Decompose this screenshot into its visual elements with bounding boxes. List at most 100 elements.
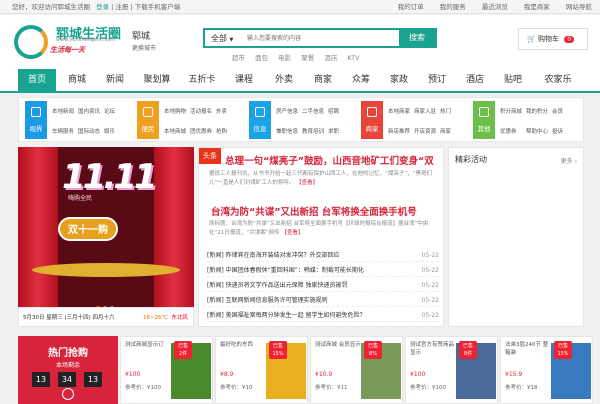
hot-word[interactable]: KTV	[347, 54, 359, 62]
cart-button[interactable]: 🛒 购物车 0	[518, 28, 588, 50]
service-link[interactable]: 教育培训	[302, 125, 328, 139]
service-tile[interactable]: 便民	[137, 101, 159, 139]
service-tile[interactable]: 商家	[361, 101, 383, 139]
nav-forum[interactable]: 贴吧	[496, 69, 530, 91]
product-reference-price: 参考价：¥11	[315, 385, 348, 391]
recent-views-link[interactable]: 最近浏览	[482, 3, 508, 11]
news-list-item[interactable]: [新闻] 昨律宾在南海开装结对发冲突？外交部回应 05-22	[207, 250, 439, 262]
nav-housekeeping[interactable]: 家政	[382, 69, 416, 91]
service-link[interactable]: 抢购	[216, 125, 242, 139]
service-link[interactable]: 积分商城	[500, 105, 526, 119]
product-reference-price: 参考价：¥100	[410, 385, 446, 391]
merchant-link[interactable]: 我是商家	[524, 3, 550, 11]
hot-word[interactable]: 酒店	[324, 54, 337, 62]
nav-courses[interactable]: 课程	[226, 69, 262, 91]
service-link[interactable]: 团优惠券	[190, 125, 216, 139]
product-card[interactable]: 最好吃的东西 ¥8.9 参考价：¥10 已售 15%	[215, 336, 308, 404]
service-link[interactable]: 国际动态	[78, 125, 104, 139]
service-link[interactable]: 帮助中心	[526, 125, 552, 139]
service-tile[interactable]: 视界	[25, 101, 47, 139]
service-link[interactable]: 新店推荐	[388, 125, 414, 139]
view-more-link[interactable]: 【查看】	[296, 180, 318, 186]
service-link[interactable]: 房产信息	[276, 105, 302, 119]
search-button[interactable]: 搜索	[399, 30, 435, 46]
hot-word[interactable]: 电影	[278, 54, 291, 62]
product-card[interactable]: 测试官方有赞商品显示 ¥100 参考价：¥100 已售 8件	[405, 336, 498, 404]
hot-word[interactable]: 聚餐	[301, 54, 314, 62]
nav-crowdfunding[interactable]: 众筹	[344, 69, 378, 91]
search-input[interactable]	[247, 32, 397, 45]
service-link[interactable]: 活动报名	[190, 105, 216, 119]
register-link[interactable]: 注册	[115, 3, 128, 11]
nav-discount-card[interactable]: 五折卡	[182, 69, 222, 91]
hot-word[interactable]: 面包	[255, 54, 268, 62]
banner-carousel[interactable]: 11.11 嗨购全民 双十一购	[18, 147, 194, 307]
service-link[interactable]: 外卖	[216, 105, 242, 119]
service-link[interactable]: 商家入驻	[414, 105, 440, 119]
nav-takeout[interactable]: 外卖	[266, 69, 302, 91]
site-nav-link[interactable]: 网站导航	[566, 3, 592, 11]
service-link[interactable]: 本地商城	[164, 125, 190, 139]
service-link[interactable]: 国内资讯	[78, 105, 104, 119]
news-list-item[interactable]: [新闻] 中国团体春假休“重回科国”：韩媒：制裁可能长期化 05-22	[207, 265, 439, 277]
view-more-link[interactable]: 【查看】	[281, 230, 303, 236]
nav-mall[interactable]: 商城	[60, 69, 94, 91]
service-link[interactable]: 论坛	[104, 105, 130, 119]
service-link[interactable]: 会员	[552, 105, 578, 119]
search-category-select[interactable]: 全部 ▼	[211, 33, 233, 44]
service-link[interactable]: 招聘	[328, 105, 354, 119]
service-tile[interactable]: 其他	[473, 101, 495, 139]
product-reference-price: 参考价：¥18	[505, 385, 538, 391]
nav-booking[interactable]: 预订	[420, 69, 454, 91]
service-link[interactable]: 投诉	[552, 125, 578, 139]
nav-hotel[interactable]: 酒店	[458, 69, 492, 91]
activity-more-link[interactable]: 更多 ›	[561, 156, 577, 165]
product-name: 最好吃的东西	[220, 342, 254, 348]
current-city: 郓城	[132, 32, 151, 42]
my-orders-link[interactable]: 我的订单	[398, 3, 424, 11]
news-list-item[interactable]: [新闻] 快递员将文学作品送出元保障 独家快递员被罚 05-22	[207, 280, 439, 292]
nav-merchants[interactable]: 商家	[306, 69, 340, 91]
service-link[interactable]: 商家	[440, 125, 466, 139]
chevron-right-icon: ›	[574, 158, 577, 165]
service-link[interactable]: 二手信息	[302, 105, 328, 119]
service-link[interactable]: 兼职信息	[276, 125, 302, 139]
switch-city-link[interactable]: 更换城市	[132, 43, 156, 52]
my-services-link[interactable]: 我的服务	[440, 3, 466, 11]
login-link[interactable]: 登录	[96, 3, 109, 11]
service-link[interactable]: 开店资源	[414, 125, 440, 139]
product-price: ¥10.9	[315, 371, 333, 378]
product-card[interactable]: 测试商城 会员显示 ¥10.9 参考价：¥11 已售 8%	[310, 336, 403, 404]
service-link[interactable]: 娱乐	[104, 125, 130, 139]
service-link[interactable]: 我的积分	[526, 105, 552, 119]
service-link[interactable]: 优惠券	[500, 125, 526, 139]
sold-badge: 已售 8%	[364, 341, 382, 359]
headline-2[interactable]: 台湾为防“共谍”又出新招 台军将换全面换手机号	[211, 204, 417, 218]
service-link[interactable]: 本地购物	[164, 105, 190, 119]
flash-sale-title: 热门抢购	[48, 348, 88, 359]
product-card[interactable]: 法弟3层240节 整箱装 ¥15.9 参考价：¥18 已售 15%	[500, 336, 593, 404]
countdown-seconds: 13	[84, 372, 102, 387]
nav-home[interactable]: 首页	[18, 69, 56, 91]
sold-badge: 已售 15%	[554, 341, 572, 359]
product-price: ¥100	[125, 371, 141, 378]
banner-promo-badge: 双十一购	[58, 217, 118, 241]
service-link[interactable]: 求职	[328, 125, 354, 139]
nav-news[interactable]: 新闻	[98, 69, 132, 91]
service-link[interactable]: 热门	[440, 105, 466, 119]
nav-group-buy[interactable]: 聚划算	[136, 69, 178, 91]
news-list-item[interactable]: [新闻] 美国福祉案每两分钟发生一起 留学生如何避免危险？ 05-22	[207, 310, 439, 322]
download-app-link[interactable]: 下载手机客户端	[135, 3, 181, 11]
hot-word[interactable]: 超市	[232, 54, 245, 62]
logo-icon[interactable]	[14, 25, 48, 59]
service-link[interactable]: 本地新闻	[52, 105, 78, 119]
headline-1[interactable]: 总理一句“煤亮子”鼓励，山西音地矿工们变身“双	[225, 153, 434, 167]
news-list-item[interactable]: [新闻] 互联网新闻信息服务许可管理实施规则 05-22	[207, 295, 439, 307]
service-link[interactable]: 车辆服务	[52, 125, 78, 139]
product-card[interactable]: 测试商城显示订 ¥100 参考价：¥100 已售 2件	[120, 336, 213, 404]
activity-title: 精彩活动	[455, 155, 487, 164]
service-tile[interactable]: 信息	[249, 101, 271, 139]
service-link[interactable]: 本地商家	[388, 105, 414, 119]
nav-farmhouse[interactable]: 农家乐	[534, 69, 582, 91]
header: 郓城生活圈 www.yunchengshh.com 生活每一天 郓城 更换城市 …	[0, 15, 600, 69]
